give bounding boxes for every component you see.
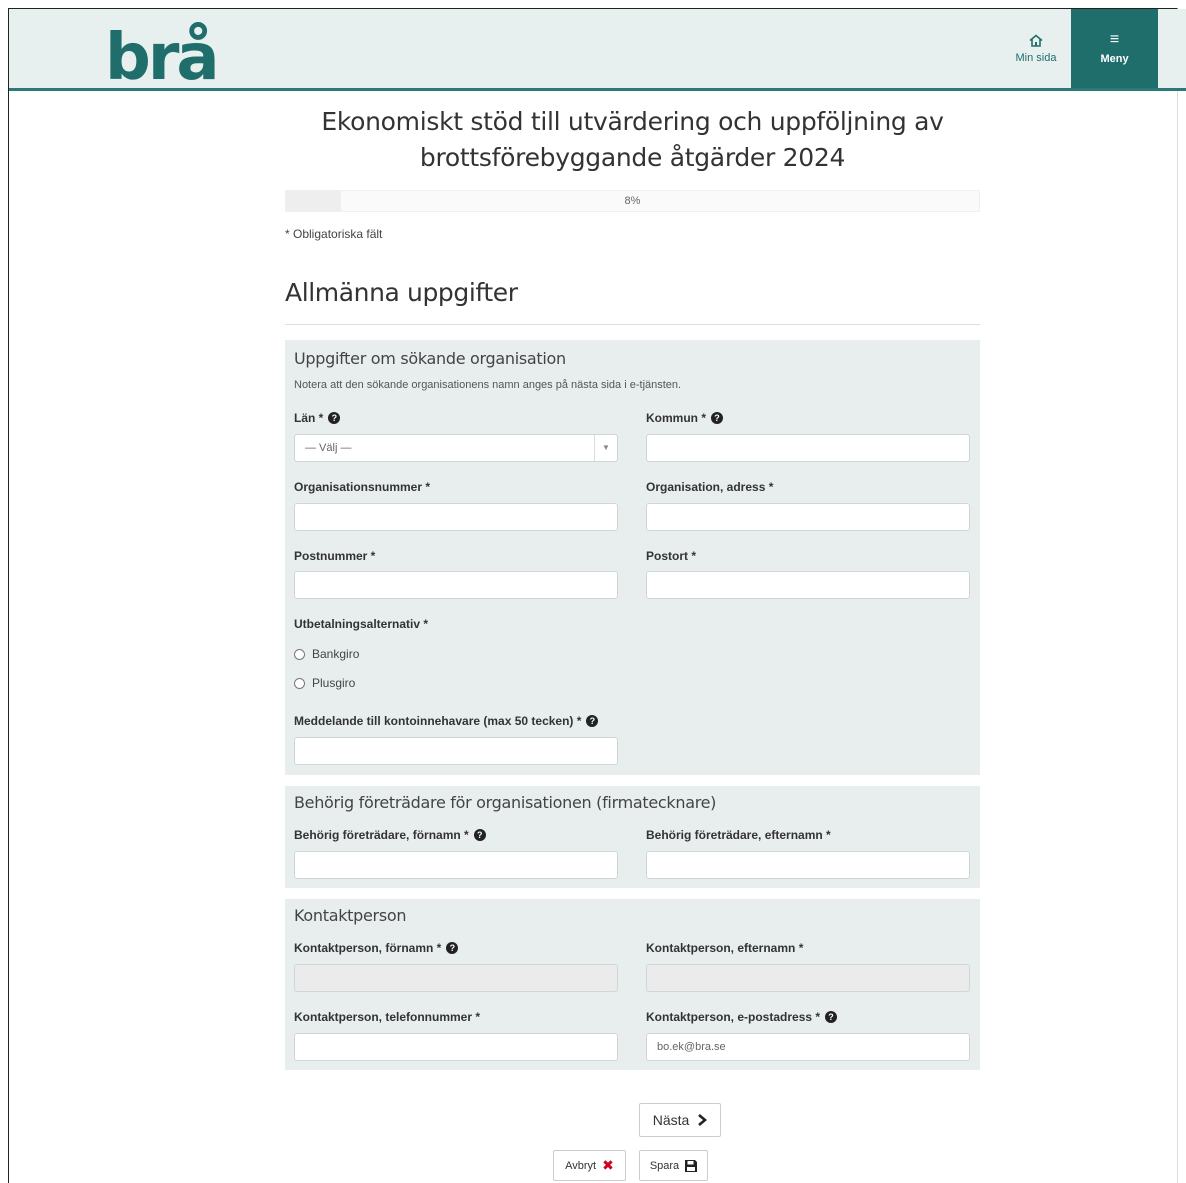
org-address-label: Organisation, adress *: [646, 480, 774, 494]
orgnr-label: Organisationsnummer *: [294, 480, 431, 494]
contact-panel-title: Kontaktperson: [294, 906, 407, 925]
menu-button[interactable]: ≡ Meny: [1071, 9, 1158, 88]
min-sida-label: Min sida: [1015, 51, 1057, 64]
rep-lastname-field[interactable]: [646, 851, 970, 879]
rep-lastname-label: Behörig företrädare, efternamn *: [646, 828, 831, 842]
next-button[interactable]: Nästa: [639, 1103, 721, 1137]
radio-circle[interactable]: [294, 677, 305, 689]
help-icon[interactable]: ?: [473, 829, 486, 841]
contact-lastname-field[interactable]: [646, 964, 970, 992]
save-button[interactable]: Spara: [639, 1150, 708, 1181]
help-icon[interactable]: ?: [328, 412, 341, 424]
orgnr-field[interactable]: [294, 503, 618, 531]
home-icon: [1029, 33, 1043, 47]
contact-lastname-label: Kontaktperson, efternamn *: [646, 941, 804, 955]
chevron-right-icon: [698, 1114, 708, 1126]
postnummer-field[interactable]: [294, 571, 618, 599]
progress-bar: 8%: [285, 190, 980, 212]
org-panel: Uppgifter om sökande organisation Notera…: [285, 340, 980, 775]
rep-firstname-label: Behörig företrädare, förnamn *?: [294, 828, 486, 842]
kommun-label: Kommun *?: [646, 411, 723, 425]
message-label: Meddelande till kontoinnehavare (max 50 …: [294, 714, 599, 728]
org-panel-title: Uppgifter om sökande organisation: [294, 349, 566, 368]
chevron-down-icon: ▼: [594, 435, 617, 461]
payment-label: Utbetalningsalternativ *: [294, 617, 429, 631]
section-title: Allmänna uppgifter: [285, 278, 518, 307]
radio-circle[interactable]: [294, 648, 305, 660]
cancel-button[interactable]: Avbryt ✖: [553, 1150, 626, 1181]
site-header: brå Min sida ≡ Meny: [9, 9, 1186, 91]
representative-panel: Behörig företrädare för organisationen (…: [285, 786, 980, 888]
contact-phone-label: Kontaktperson, telefonnummer *: [294, 1010, 481, 1024]
rep-panel-title: Behörig företrädare för organisationen (…: [294, 793, 717, 812]
org-panel-note: Notera att den sökande organisationens n…: [294, 379, 682, 391]
contact-firstname-label: Kontaktperson, förnamn *?: [294, 941, 459, 955]
progress-label: 8%: [624, 195, 641, 207]
contact-email-label: Kontaktperson, e-postadress *?: [646, 1010, 838, 1024]
contact-phone-field[interactable]: [294, 1033, 618, 1061]
help-icon[interactable]: ?: [586, 715, 599, 727]
radio-bankgiro[interactable]: Bankgiro: [294, 647, 359, 661]
close-icon: ✖: [602, 1157, 614, 1173]
lan-select[interactable]: — Välj — ▼: [294, 434, 618, 462]
bra-logo[interactable]: brå: [105, 21, 235, 83]
menu-label: Meny: [1100, 52, 1129, 65]
hamburger-icon: ≡: [1109, 30, 1120, 48]
lan-label: Län *?: [294, 411, 341, 425]
svg-text:brå: brå: [105, 21, 217, 83]
help-icon[interactable]: ?: [825, 1011, 838, 1023]
org-address-field[interactable]: [646, 503, 970, 531]
radio-plusgiro[interactable]: Plusgiro: [294, 676, 355, 690]
contact-firstname-field[interactable]: [294, 964, 618, 992]
contact-email-field[interactable]: bo.ek@bra.se: [646, 1033, 970, 1061]
kommun-field[interactable]: [646, 434, 970, 462]
postnummer-label: Postnummer *: [294, 549, 376, 563]
postort-label: Postort *: [646, 549, 697, 563]
required-note: * Obligatoriska fält: [285, 227, 383, 241]
section-divider: [285, 324, 980, 325]
postort-field[interactable]: [646, 571, 970, 599]
page-title: Ekonomiskt stöd till utvärdering och upp…: [321, 107, 944, 172]
contact-panel: Kontaktperson Kontaktperson, förnamn *? …: [285, 899, 980, 1070]
rep-firstname-field[interactable]: [294, 851, 618, 879]
message-field[interactable]: [294, 737, 618, 765]
help-icon[interactable]: ?: [446, 942, 459, 954]
save-icon: [685, 1159, 698, 1172]
min-sida-link[interactable]: Min sida: [999, 9, 1073, 88]
help-icon[interactable]: ?: [711, 412, 723, 424]
